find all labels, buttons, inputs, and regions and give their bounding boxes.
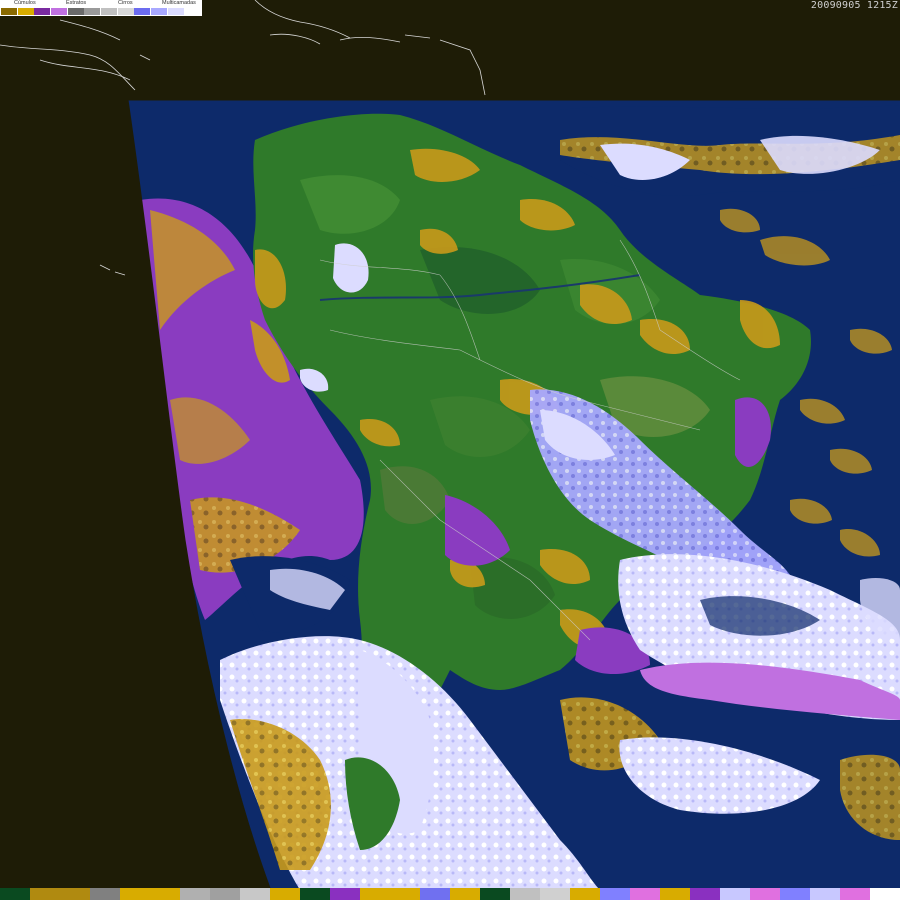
color-scale-cell — [390, 888, 420, 900]
color-scale-cell — [240, 888, 270, 900]
color-scale-cell — [720, 888, 750, 900]
legend-swatch — [134, 8, 151, 15]
color-scale-cell — [810, 888, 840, 900]
legend-label-multilayer: Multicamadas — [162, 0, 196, 6]
color-scale-cell — [630, 888, 660, 900]
legend-swatch — [167, 8, 184, 15]
color-scale-cell — [120, 888, 150, 900]
color-scale-cell — [60, 888, 90, 900]
legend-swatch — [51, 8, 68, 15]
cloud-type-legend: Cúmulos Estratos Cirros Multicamadas — [0, 0, 202, 16]
color-scale-cell — [300, 888, 330, 900]
color-scale-cell — [780, 888, 810, 900]
color-scale-cell — [270, 888, 300, 900]
satellite-cloud-classification-map — [0, 0, 900, 900]
legend-label-cumulus: Cúmulos — [14, 0, 36, 6]
legend-swatch — [101, 8, 118, 15]
color-scale-cell — [150, 888, 180, 900]
color-scale-cell — [510, 888, 540, 900]
legend-swatch — [184, 8, 201, 15]
color-scale-cell — [690, 888, 720, 900]
legend-swatch — [34, 8, 51, 15]
legend-swatch — [1, 8, 18, 15]
legend-swatch — [17, 8, 34, 15]
color-scale-cell — [90, 888, 120, 900]
legend-swatch — [151, 8, 168, 15]
color-scale-cell — [840, 888, 870, 900]
satellite-image-viewer: Cúmulos Estratos Cirros Multicamadas 200… — [0, 0, 900, 900]
image-timestamp: 20090905 1215Z — [810, 0, 898, 11]
legend-swatch — [67, 8, 84, 15]
color-scale-cell — [0, 888, 30, 900]
color-scale-cell — [420, 888, 450, 900]
color-scale-cell — [660, 888, 690, 900]
bottom-color-scale — [0, 888, 900, 900]
color-scale-cell — [360, 888, 390, 900]
legend-label-cirrus: Cirros — [118, 0, 133, 6]
color-scale-cell — [870, 888, 900, 900]
color-scale-cell — [30, 888, 60, 900]
legend-label-stratus: Estratos — [66, 0, 87, 6]
color-scale-cell — [210, 888, 240, 900]
color-scale-cell — [540, 888, 570, 900]
legend-swatch — [84, 8, 101, 15]
color-scale-cell — [480, 888, 510, 900]
color-scale-cell — [750, 888, 780, 900]
color-scale-cell — [450, 888, 480, 900]
legend-swatch — [117, 8, 134, 15]
color-scale-cell — [600, 888, 630, 900]
color-scale-cell — [330, 888, 360, 900]
color-scale-cell — [570, 888, 600, 900]
color-scale-cell — [180, 888, 210, 900]
